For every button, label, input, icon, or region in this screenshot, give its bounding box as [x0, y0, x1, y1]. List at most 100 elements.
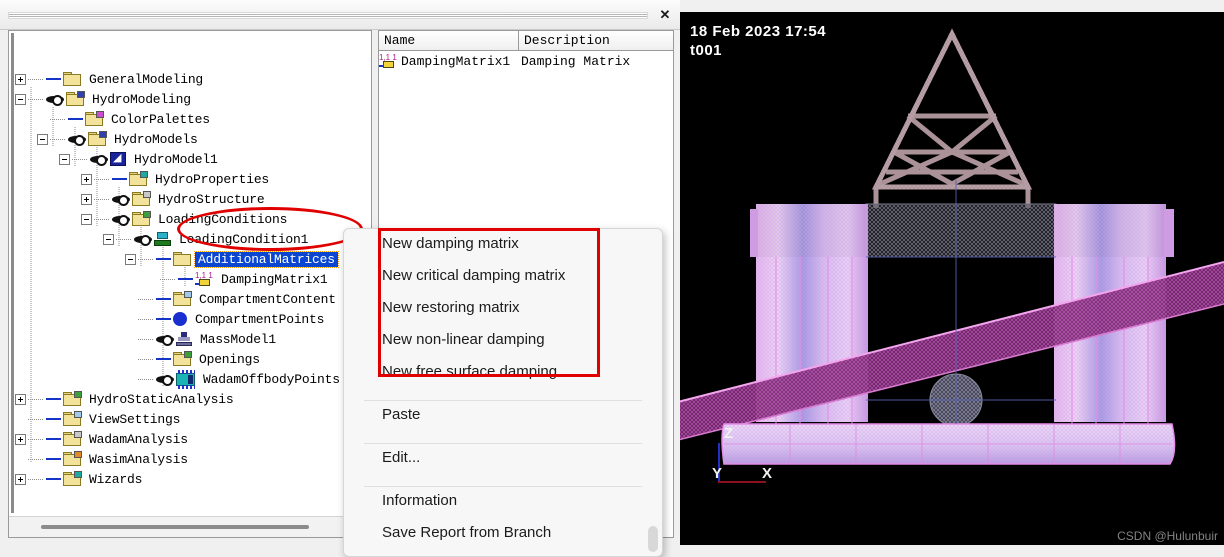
visibility-eye-icon[interactable]	[112, 213, 130, 226]
folder-icon	[173, 252, 191, 266]
application-window: ✕ GeneralModeling HydroModeling ColorPalet…	[0, 0, 1224, 557]
visibility-eye-icon[interactable]	[112, 193, 130, 206]
matrix-icon: 1,1 1	[379, 53, 397, 68]
expander-plus-icon[interactable]	[15, 473, 26, 485]
expander-minus-icon[interactable]	[15, 93, 26, 105]
context-menu-item-new-non-linear-damping[interactable]: New non-linear damping	[344, 331, 662, 363]
context-menu-item-paste[interactable]: Paste	[344, 406, 662, 438]
tree-line	[72, 158, 88, 160]
expander-plus-icon[interactable]	[81, 173, 92, 185]
expander-minus-icon[interactable]	[59, 153, 70, 165]
tree-item-hydromodel1[interactable]: HydroModel1	[59, 149, 218, 169]
panel-resize-grip[interactable]	[11, 33, 14, 513]
visibility-eye-icon[interactable]	[134, 233, 152, 246]
tree-item-additionalmatrices[interactable]: AdditionalMatrices	[125, 249, 339, 269]
model-tree-panel[interactable]: GeneralModeling HydroModeling ColorPalette…	[8, 30, 372, 538]
axis-y-label: Y	[712, 465, 723, 482]
visibility-eye-icon[interactable]	[156, 373, 174, 386]
folder-icon	[173, 351, 192, 366]
tree-line-dash	[46, 438, 61, 440]
tree-item-label: HydroModeling	[92, 91, 191, 107]
expander-minus-icon[interactable]	[103, 233, 114, 245]
context-menu-item-new-free-surface-damping[interactable]: New free surface damping	[344, 363, 662, 395]
tree-item-openings[interactable]: Openings	[125, 349, 260, 369]
context-menu-item-information[interactable]: Information	[344, 492, 662, 524]
expander-plus-icon[interactable]	[81, 193, 92, 205]
context-menu-item-edit[interactable]: Edit...	[344, 449, 662, 481]
expander-plus-icon[interactable]	[15, 73, 26, 85]
table-row[interactable]: 1,1 1 DampingMatrix1 Damping Matrix	[379, 51, 673, 71]
column-header-name[interactable]: Name	[379, 31, 519, 50]
tree-item-wasimanalysis[interactable]: WasimAnalysis	[15, 449, 188, 469]
tree-item-dampingmatrix1[interactable]: 1,1 1 DampingMatrix1	[147, 269, 328, 289]
tree-item-compartmentpoints[interactable]: CompartmentPoints	[125, 309, 324, 329]
tree-item-hydrostructure[interactable]: HydroStructure	[81, 189, 265, 209]
close-icon[interactable]: ✕	[658, 8, 672, 22]
tree-line	[94, 218, 110, 220]
expander-plus-icon[interactable]	[15, 393, 26, 405]
mass-model-icon	[176, 332, 192, 346]
visibility-eye-icon[interactable]	[156, 333, 174, 346]
tree-line	[50, 118, 66, 120]
visibility-eye-icon[interactable]	[46, 93, 64, 106]
tree-item-massmodel1[interactable]: MassModel1	[125, 329, 276, 349]
context-menu-item-new-damping-matrix[interactable]: New damping matrix	[344, 235, 662, 267]
expander-minus-icon[interactable]	[125, 253, 136, 265]
visibility-eye-icon[interactable]	[90, 153, 108, 166]
tree-item-wizards[interactable]: Wizards	[15, 469, 142, 489]
tree-line-dash	[156, 258, 171, 260]
context-menu-scrollbar[interactable]	[648, 526, 658, 552]
folder-icon	[88, 131, 107, 146]
folder-icon	[66, 91, 85, 106]
context-menu-item-new-restoring-matrix[interactable]: New restoring matrix	[344, 299, 662, 331]
tree-item-wadamoffbodypoints[interactable]: WadamOffbodyPoints	[125, 369, 340, 389]
column-header-description[interactable]: Description	[519, 31, 673, 50]
offbody-points-icon	[176, 369, 195, 389]
tree-line-dash	[46, 398, 61, 400]
tree-horizontal-scrollbar[interactable]	[9, 516, 371, 537]
cell-description: Damping Matrix	[521, 53, 631, 69]
window-drag-grip[interactable]	[8, 12, 648, 19]
tree-item-label: GeneralModeling	[89, 71, 204, 87]
tree-line	[138, 318, 154, 320]
folder-icon	[63, 431, 82, 446]
tree-item-viewsettings[interactable]: ViewSettings	[15, 409, 180, 429]
context-menu-separator	[364, 486, 642, 487]
tree-item-label: LoadingCondition1	[179, 231, 309, 247]
tree-line	[160, 278, 176, 280]
folder-icon	[63, 471, 82, 486]
tree-item-hydromodels[interactable]: HydroModels	[37, 129, 198, 149]
tree-item-compartmentcontent[interactable]: CompartmentContent	[125, 289, 336, 309]
tree-line	[28, 78, 44, 80]
axis-x-label: X	[762, 465, 773, 482]
expander-minus-icon[interactable]	[37, 133, 48, 145]
tree-item-hydromodeling[interactable]: HydroModeling	[15, 89, 191, 109]
expander-minus-icon[interactable]	[81, 213, 92, 225]
visibility-eye-icon[interactable]	[68, 133, 86, 146]
expander-plus-icon[interactable]	[15, 433, 26, 445]
3d-viewport[interactable]: 18 Feb 2023 17:54 t001 Z Y X CSDN @Hulun…	[680, 12, 1224, 545]
tree-item-label: AdditionalMatrices	[194, 250, 339, 268]
tree-item-hydroproperties[interactable]: HydroProperties	[81, 169, 269, 189]
context-menu[interactable]: New damping matrix New critical damping m…	[343, 228, 663, 557]
context-menu-item-new-critical-damping-matrix[interactable]: New critical damping matrix	[344, 267, 662, 299]
tree-scrollbar-thumb[interactable]	[41, 525, 309, 529]
tree-item-loadingcondition1[interactable]: LoadingCondition1	[103, 229, 308, 249]
tree-line-dash	[46, 418, 61, 420]
tree-item-generalmodeling[interactable]: GeneralModeling	[15, 69, 203, 89]
tree-item-label: HydroStaticAnalysis	[89, 391, 234, 407]
tree-line	[28, 398, 44, 400]
tree-item-label: WadamOffbodyPoints	[203, 371, 340, 387]
cell-name: DampingMatrix1	[401, 53, 511, 69]
tree-item-label: ViewSettings	[89, 411, 181, 427]
tree-item-hydrostaticanalysis[interactable]: HydroStaticAnalysis	[15, 389, 234, 409]
list-body[interactable]: 1,1 1 DampingMatrix1 Damping Matrix	[379, 51, 673, 71]
axis-triad: Z Y X	[700, 425, 820, 505]
tree-item-loadingconditions[interactable]: LoadingConditions	[81, 209, 287, 229]
tree-line	[28, 478, 44, 480]
model-tree[interactable]: GeneralModeling HydroModeling ColorPalette…	[9, 31, 371, 515]
context-menu-item-save-report-from-branch[interactable]: Save Report from Branch	[344, 524, 662, 556]
tree-item-colorpalettes[interactable]: ColorPalettes	[37, 109, 210, 129]
tree-item-wadamanalysis[interactable]: WadamAnalysis	[15, 429, 188, 449]
panel-title-bar: ✕	[0, 0, 680, 30]
